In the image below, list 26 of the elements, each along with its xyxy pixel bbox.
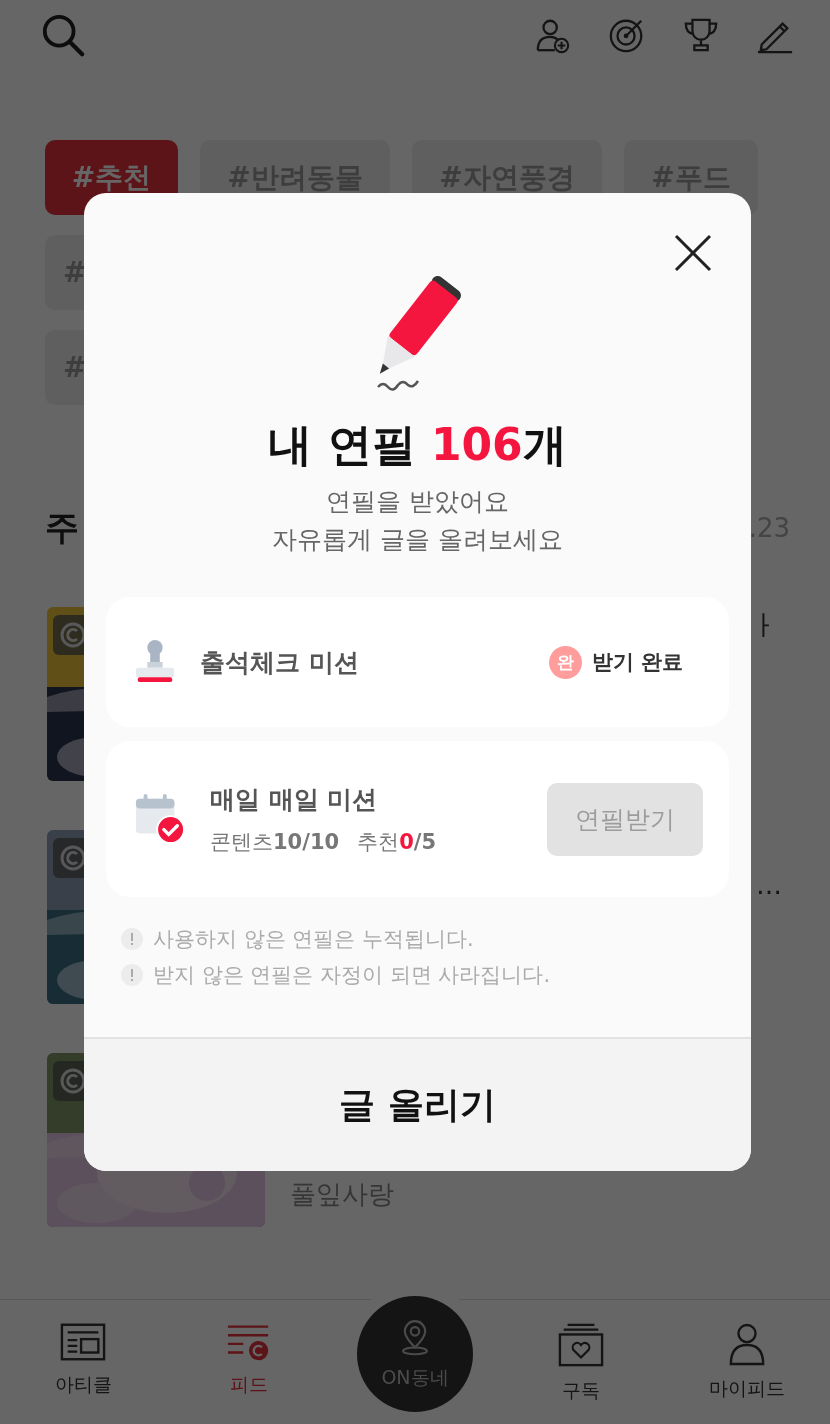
person-icon [728,1322,766,1366]
section-title: 주 [45,506,79,549]
nav-tab[interactable]: 아티클 [54,1300,112,1424]
nav-tab[interactable]: 마이피드 [709,1300,785,1424]
nav-tab[interactable]: 구독 [558,1300,604,1424]
close-button[interactable] [673,233,713,273]
newspaper-icon [60,1322,106,1362]
mission-status: 받기 완료 [591,649,683,677]
info-icon [121,928,143,951]
feed-title: ㅏ [750,608,778,644]
pencil-count-title: 내 연필 106개 [268,421,567,470]
dialog-message: 연필을 받았어요 [326,486,509,519]
info-icon [121,964,143,987]
trophy-icon[interactable] [682,16,720,54]
search-icon[interactable] [40,12,86,58]
nav-tab[interactable]: 피드 [226,1300,272,1424]
complete-badge: 완 [548,645,582,679]
more-icon[interactable]: … [756,870,782,900]
subscription-box-icon [558,1322,604,1368]
dialog-message: 자유롭게 글을 올려보세요 [272,524,563,557]
note-text: 사용하지 않은 연필은 누적됩니다. [153,926,474,954]
mission-progress: 콘텐츠10/10 추천0/5 [210,828,438,856]
note-text: 받지 않은 연필은 자정이 되면 사라집니다. [153,962,551,990]
mission-title: 출석체크 미션 [200,646,359,679]
post-button[interactable]: 글 올리기 [84,1037,751,1171]
mission-title: 매일 매일 미션 [210,783,379,816]
